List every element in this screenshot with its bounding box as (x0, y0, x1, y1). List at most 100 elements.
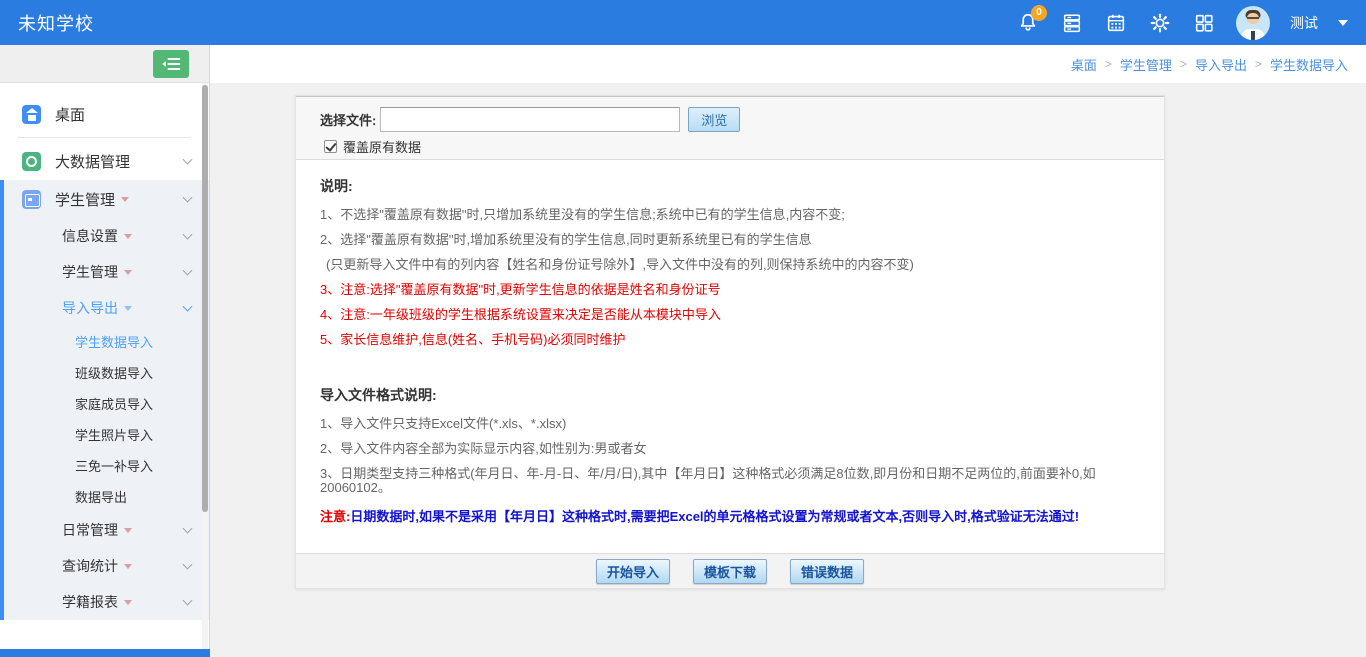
user-avatar[interactable] (1236, 6, 1270, 40)
sidebar-item-subsidy-import[interactable]: 三免一补导入 (0, 450, 209, 481)
template-download-button[interactable]: 模板下载 (693, 559, 767, 584)
chevron-down-icon (183, 155, 193, 165)
grid-icon[interactable] (1192, 11, 1216, 35)
sidebar-item-class-data-import[interactable]: 班级数据导入 (0, 357, 209, 388)
sidebar-item-desktop[interactable]: 桌面 (0, 95, 209, 133)
breadcrumb-item-2[interactable]: 导入导出 (1195, 55, 1247, 74)
menu-fold-icon (161, 56, 181, 72)
chevron-down-icon (183, 230, 193, 240)
format-title: 导入文件格式说明: (320, 385, 1140, 405)
sidebar-item-bigdata[interactable]: 大数据管理 (0, 142, 209, 180)
format-line-3: 3、日期类型支持三种格式(年月日、年-月-日、年/月/日),其中【年月日】这种格… (320, 467, 1140, 495)
avatar-glasses (1247, 17, 1259, 19)
format-note: 注意:日期数据时,如果不是采用【年月日】这种格式时,需要把Excel的单元格格式… (320, 506, 1140, 525)
calendar-icon-glyph (1105, 12, 1127, 34)
sidebar-item-label: 导入导出 (62, 298, 118, 318)
server-icon-glyph (1061, 12, 1083, 34)
chevron-down-icon (183, 193, 193, 203)
sidebar-item-status-report[interactable]: 学籍报表 (0, 584, 209, 620)
username[interactable]: 测试 (1290, 13, 1318, 33)
triangle-down-icon (124, 564, 132, 569)
sidebar-item-data-export[interactable]: 数据导出 (0, 481, 209, 512)
format-line-2: 2、导入文件内容全部为实际显示内容,如性别为:男或者女 (320, 442, 1140, 456)
avatar-tie (1251, 31, 1255, 40)
browse-button[interactable]: 浏览 (688, 107, 740, 132)
user-menu-caret-icon[interactable] (1338, 20, 1348, 26)
overwrite-checkbox[interactable] (324, 140, 337, 153)
main-content: 选择文件: 浏览 覆盖原有数据 说明: 1、不选择"覆盖原有数据"时,只增加系统… (210, 83, 1366, 657)
sidebar-collapse-button[interactable] (153, 50, 189, 78)
instruction-line-1: 1、不选择"覆盖原有数据"时,只增加系统里没有的学生信息;系统中已有的学生信息,… (320, 208, 1140, 222)
sidebar-item-student-photo-import[interactable]: 学生照片导入 (0, 419, 209, 450)
instruction-line-3: (只更新导入文件中有的列内容【姓名和身份证号除外】,导入文件中没有的列,则保持系… (320, 258, 1140, 272)
breadcrumb-item-0[interactable]: 桌面 (1071, 55, 1097, 74)
breadcrumb-separator: > (1105, 57, 1112, 71)
overwrite-label: 覆盖原有数据 (343, 137, 421, 156)
import-panel: 选择文件: 浏览 覆盖原有数据 说明: 1、不选择"覆盖原有数据"时,只增加系统… (295, 95, 1165, 589)
sidebar-item-label: 信息设置 (62, 226, 118, 246)
overwrite-row: 覆盖原有数据 (324, 137, 421, 156)
file-select-row: 选择文件: 浏览 (320, 107, 740, 132)
triangle-down-icon (121, 197, 129, 202)
instruction-line-2: 2、选择"覆盖原有数据"时,增加系统里没有的学生信息,同时更新系统里已有的学生信… (320, 233, 1140, 247)
breadcrumb: 桌面 > 学生管理 > 导入导出 > 学生数据导入 (210, 45, 1366, 83)
file-select-label: 选择文件: (320, 110, 376, 129)
sidebar-item-student-mgmt-sub[interactable]: 学生管理 (0, 254, 209, 290)
chevron-down-icon (183, 596, 193, 606)
file-path-input[interactable] (380, 107, 680, 132)
sidebar-menu: 桌面大数据管理学生管理信息设置学生管理导入导出学生数据导入班级数据导入家庭成员导… (0, 83, 209, 620)
notification-badge: 0 (1031, 5, 1047, 21)
sidebar-item-label: 学生管理 (62, 262, 118, 282)
calendar-icon[interactable] (1104, 11, 1128, 35)
sidebar-item-query-stats[interactable]: 查询统计 (0, 548, 209, 584)
format-lines: 1、导入文件只支持Excel文件(*.xls、*.xlsx) 2、导入文件内容全部… (320, 417, 1140, 495)
instructions-section: 说明: 1、不选择"覆盖原有数据"时,只增加系统里没有的学生信息;系统中已有的学… (296, 160, 1164, 553)
sidebar-item-label: 三免一补导入 (75, 456, 153, 475)
sidebar-item-student-data-import[interactable]: 学生数据导入 (0, 326, 209, 357)
error-data-button[interactable]: 错误数据 (790, 559, 864, 584)
breadcrumb-item-1[interactable]: 学生管理 (1120, 55, 1172, 74)
instruction-lines: 1、不选择"覆盖原有数据"时,只增加系统里没有的学生信息;系统中已有的学生信息,… (320, 208, 1140, 347)
breadcrumb-separator: > (1180, 57, 1187, 71)
breadcrumb-item-3[interactable]: 学生数据导入 (1270, 55, 1348, 74)
format-section: 导入文件格式说明: 1、导入文件只支持Excel文件(*.xls、*.xlsx)… (320, 385, 1140, 525)
sidebar-bottom-bar (0, 649, 210, 657)
sidebar: 桌面大数据管理学生管理信息设置学生管理导入导出学生数据导入班级数据导入家庭成员导… (0, 83, 210, 657)
bell-icon[interactable]: 0 (1016, 11, 1040, 35)
note-prefix: 注意: (320, 509, 350, 524)
sidebar-item-label: 桌面 (55, 104, 85, 125)
sidebar-item-import-export[interactable]: 导入导出 (0, 290, 209, 326)
server-icon[interactable] (1060, 11, 1084, 35)
bigdata-icon (22, 152, 41, 171)
home-icon (22, 105, 41, 124)
file-select-section: 选择文件: 浏览 覆盖原有数据 (296, 96, 1164, 160)
format-line-1: 1、导入文件只支持Excel文件(*.xls、*.xlsx) (320, 417, 1140, 431)
sidebar-item-daily-mgmt[interactable]: 日常管理 (0, 512, 209, 548)
chevron-down-icon (183, 524, 193, 534)
gear-icon[interactable] (1148, 11, 1172, 35)
sidebar-scrollbar-thumb[interactable] (202, 85, 208, 512)
sidebar-item-label: 家庭成员导入 (75, 394, 153, 413)
triangle-down-icon (124, 306, 132, 311)
sidebar-top-bar (0, 45, 210, 83)
instruction-line-5: 4、注意:一年级班级的学生根据系统设置来决定是否能从本模块中导入 (320, 308, 1140, 322)
sidebar-item-label: 大数据管理 (55, 151, 130, 172)
sidebar-divider (18, 137, 191, 138)
triangle-down-icon (124, 234, 132, 239)
sidebar-item-student-mgmt[interactable]: 学生管理 (0, 180, 209, 218)
chevron-down-icon (183, 560, 193, 570)
chevron-down-icon (183, 266, 193, 276)
start-import-button[interactable]: 开始导入 (596, 559, 670, 584)
breadcrumb-separator: > (1255, 57, 1262, 71)
instruction-line-6: 5、家长信息维护,信息(姓名、手机号码)必须同时维护 (320, 333, 1140, 347)
instructions-title: 说明: (320, 176, 1140, 196)
triangle-down-icon (124, 270, 132, 275)
triangle-down-icon (124, 600, 132, 605)
triangle-down-icon (124, 528, 132, 533)
sidebar-item-label: 学籍报表 (62, 592, 118, 612)
sidebar-item-family-member-import[interactable]: 家庭成员导入 (0, 388, 209, 419)
sidebar-item-info-settings[interactable]: 信息设置 (0, 218, 209, 254)
school-name: 未知学校 (0, 10, 94, 36)
grid-icon-glyph (1193, 12, 1215, 34)
top-header: 未知学校 0 (0, 0, 1366, 45)
